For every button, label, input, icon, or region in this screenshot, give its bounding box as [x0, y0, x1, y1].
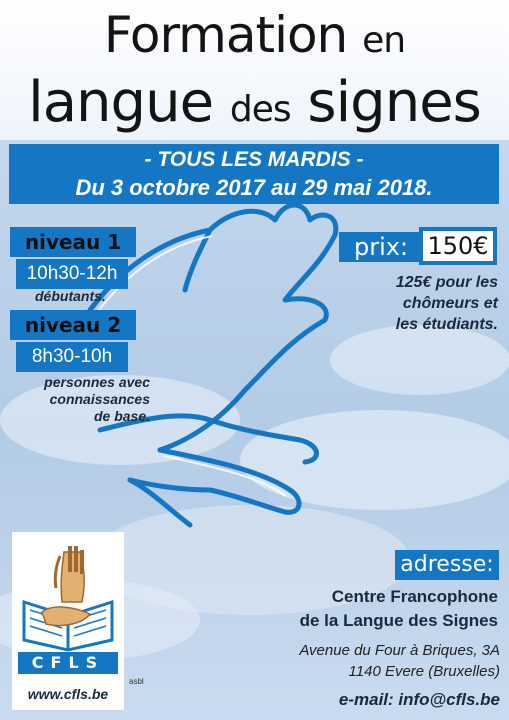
website-link[interactable]: www.cfls.be	[12, 686, 124, 702]
title-line-1: Formation en	[0, 6, 509, 64]
price-value-box: 150€	[419, 227, 497, 265]
street-line: Avenue du Four à Briques, 3A	[299, 642, 500, 659]
organization-line: Centre Francophone	[331, 587, 498, 606]
title-word-signes: signes	[307, 70, 481, 135]
poster: Formation en langue des signes - TOUS LE…	[0, 0, 509, 720]
street-address: Avenue du Four à Briques, 3A 1140 Evere …	[230, 640, 500, 682]
email-contact[interactable]: e-mail: info@cfls.be	[230, 690, 500, 710]
title-word-formation: Formation	[103, 6, 348, 64]
schedule-day: - TOUS LES MARDIS -	[144, 148, 364, 171]
title-word-langue: langue	[28, 70, 214, 135]
organization-line: de la Langue des Signes	[299, 611, 498, 630]
level-1-hours: 10h30-12h	[16, 259, 128, 289]
title-word-en: en	[362, 20, 406, 61]
price-reduction: 125€ pour les chômeurs et les étudiants.	[330, 272, 498, 335]
level-2-audience-line: personnes avec	[44, 374, 150, 390]
level-1-label: niveau 1	[10, 227, 136, 257]
cfls-logo: CFLS www.cfls.be	[12, 532, 124, 710]
address-label: adresse:	[395, 550, 499, 580]
level-2-audience: personnes avec connaissances de base.	[10, 374, 150, 425]
price-reduction-line: 125€ pour les	[395, 274, 498, 291]
level-2-hours: 8h30-10h	[16, 342, 128, 372]
title-word-des: des	[229, 89, 292, 130]
level-2-audience-line: connaissances	[49, 391, 150, 407]
price-value: 150€	[423, 231, 493, 261]
price-reduction-line: les étudiants.	[395, 316, 498, 333]
level-2-audience-line: de base.	[93, 408, 150, 424]
price-reduction-line: chômeurs et	[402, 295, 498, 312]
hands-book-logo-icon	[22, 546, 114, 652]
asbl-label: asbl	[129, 677, 144, 686]
logo-letters: CFLS	[18, 652, 118, 674]
level-2-label: niveau 2	[10, 310, 136, 340]
title-line-2: langue des signes	[0, 70, 509, 135]
price-label: prix:	[339, 232, 423, 262]
street-line: 1140 Evere (Bruxelles)	[348, 663, 500, 680]
level-1-audience: débutants.	[35, 288, 106, 304]
organization-name: Centre Francophone de la Langue des Sign…	[230, 585, 498, 633]
